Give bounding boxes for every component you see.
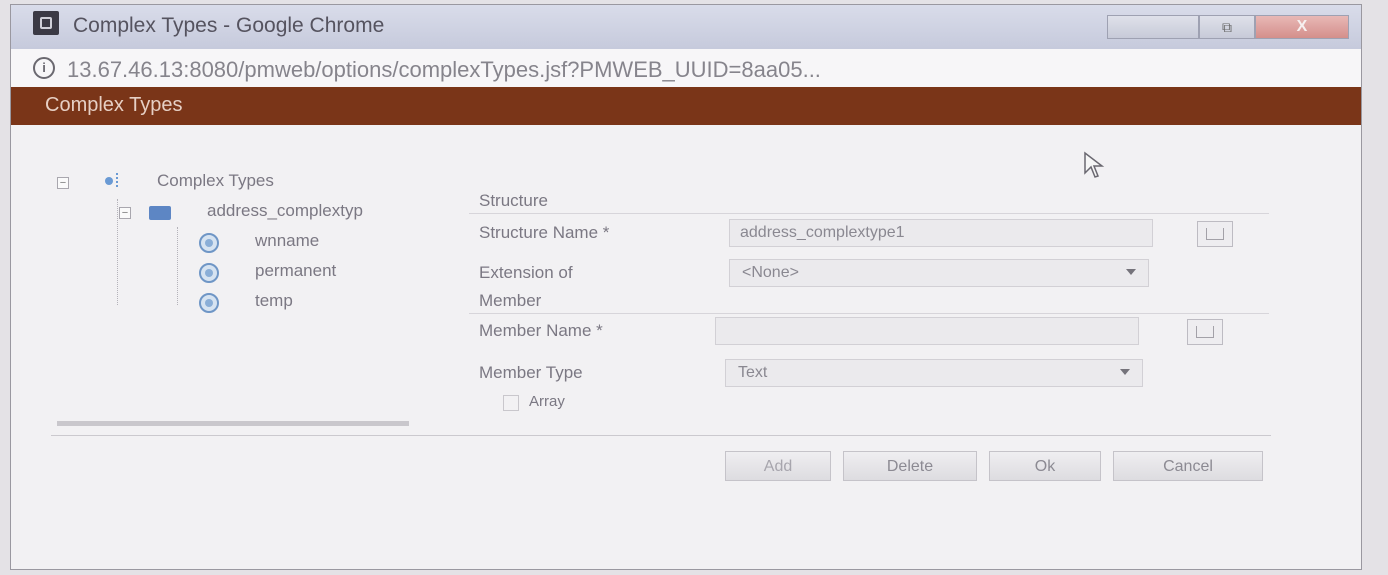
- close-button[interactable]: X: [1255, 15, 1349, 39]
- ok-button[interactable]: Ok: [989, 451, 1101, 481]
- extension-selected-value: <None>: [742, 264, 799, 281]
- extension-select[interactable]: <None>: [729, 259, 1149, 287]
- tree-node-label[interactable]: wnname: [255, 231, 319, 251]
- structure-picker-button[interactable]: [1197, 221, 1233, 247]
- structure-form: Structure Structure Name * Extension of …: [469, 191, 1269, 431]
- mouse-cursor-icon: [1084, 151, 1105, 178]
- section-divider: [469, 213, 1269, 214]
- complex-types-tree: − Complex Types − address_complextyp wnn…: [47, 165, 447, 426]
- title-bar[interactable]: Complex Types - Google Chrome ⧉ X: [11, 5, 1361, 50]
- tree-node-label[interactable]: temp: [255, 291, 293, 311]
- delete-button[interactable]: Delete: [843, 451, 977, 481]
- chrome-app-icon: [33, 11, 59, 35]
- extension-label: Extension of: [479, 263, 573, 282]
- collapse-icon[interactable]: −: [57, 177, 69, 189]
- member-type-label: Member Type: [479, 363, 583, 382]
- tree-node-label[interactable]: Complex Types: [157, 171, 274, 191]
- address-bar[interactable]: i 13.67.46.13:8080/pmweb/options/complex…: [11, 49, 1361, 88]
- browser-window: Complex Types - Google Chrome ⧉ X i 13.6…: [10, 4, 1362, 570]
- member-picker-button[interactable]: [1187, 319, 1223, 345]
- window-title: Complex Types - Google Chrome: [73, 14, 385, 37]
- url-text[interactable]: 13.67.46.13:8080/pmweb/options/complexTy…: [67, 57, 821, 83]
- tree-horizontal-scrollbar[interactable]: [57, 421, 409, 426]
- array-label: Array: [529, 393, 565, 410]
- structure-icon: [149, 206, 171, 220]
- window-controls: ⧉ X: [1107, 15, 1349, 41]
- member-name-input[interactable]: [715, 317, 1139, 345]
- dialog-header: Complex Types: [11, 87, 1361, 125]
- add-button[interactable]: Add: [725, 451, 831, 481]
- structure-name-input[interactable]: [729, 219, 1153, 247]
- chevron-down-icon: [1120, 369, 1130, 375]
- member-icon: [199, 233, 219, 253]
- array-checkbox[interactable]: [503, 395, 519, 411]
- tree-connector: [177, 227, 178, 305]
- section-divider: [469, 313, 1269, 314]
- structure-section-label: Structure: [479, 191, 548, 210]
- member-section-label: Member: [479, 291, 542, 310]
- member-icon: [199, 293, 219, 313]
- tree-connector: [117, 199, 118, 305]
- tree-node-label[interactable]: address_complextyp: [207, 201, 363, 221]
- chevron-down-icon: [1126, 269, 1136, 275]
- tree-node-label[interactable]: permanent: [255, 261, 336, 281]
- member-type-select[interactable]: Text: [725, 359, 1143, 387]
- member-name-label: Member Name *: [479, 321, 603, 340]
- minimize-button[interactable]: [1107, 15, 1199, 39]
- cancel-button[interactable]: Cancel: [1113, 451, 1263, 481]
- dialog-title: Complex Types: [45, 94, 183, 116]
- info-icon[interactable]: i: [33, 57, 55, 79]
- member-icon: [199, 263, 219, 283]
- structure-name-label: Structure Name *: [479, 223, 610, 242]
- member-type-selected-value: Text: [738, 364, 768, 381]
- footer-divider: [51, 435, 1271, 436]
- group-icon: [105, 173, 125, 191]
- collapse-icon[interactable]: −: [119, 207, 131, 219]
- maximize-button[interactable]: ⧉: [1199, 15, 1255, 39]
